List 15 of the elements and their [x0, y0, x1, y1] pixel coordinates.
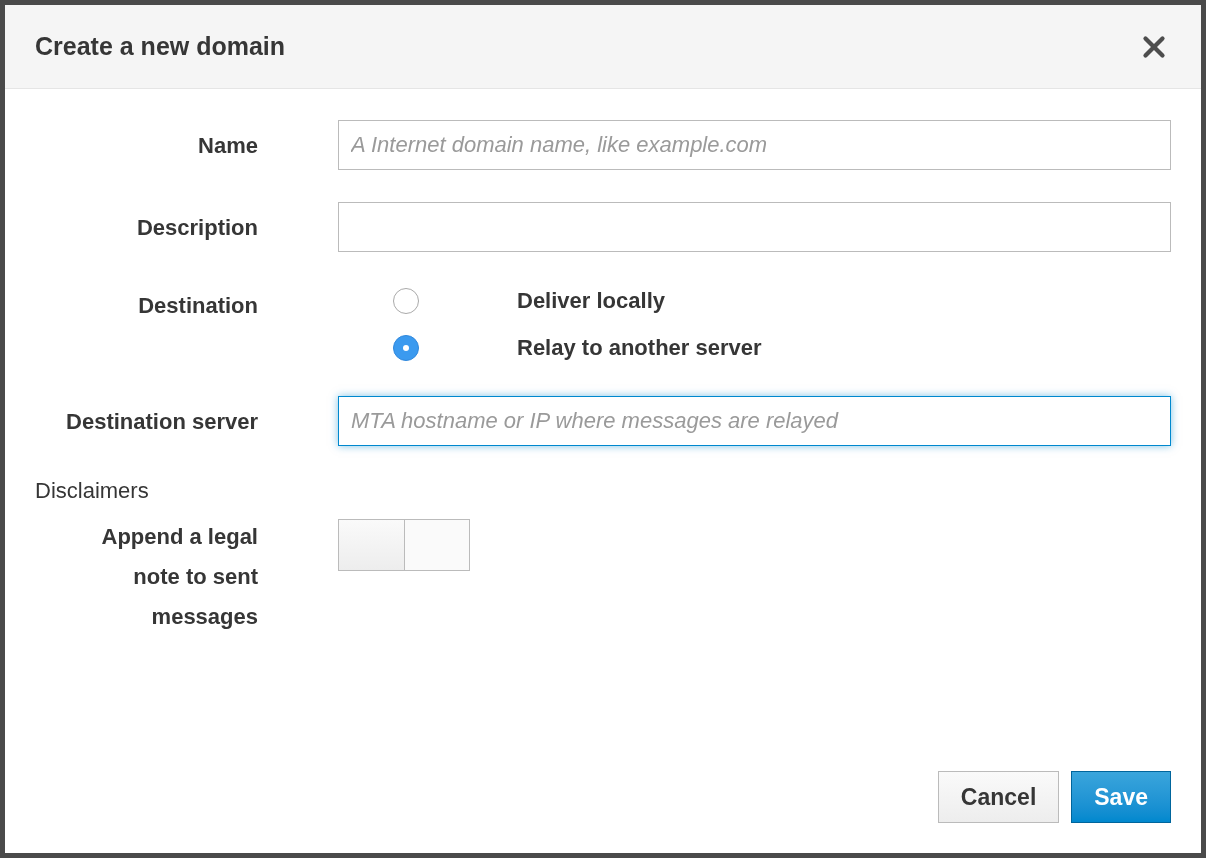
text-field[interactable]	[338, 202, 1171, 252]
field-label: Name	[198, 132, 258, 158]
section-heading: Disclaimers	[35, 478, 149, 503]
field-label: Description	[136, 214, 258, 240]
field-label: Destination	[138, 293, 258, 318]
radio-label: Relay to another server	[517, 334, 762, 362]
field-label: Destination server	[66, 408, 258, 434]
radio-button[interactable]	[393, 334, 419, 361]
dialog-title: Create a new domain	[35, 30, 286, 62]
toggle-label: Append a legal note to sent messages	[100, 523, 258, 631]
radio-button[interactable]	[393, 287, 419, 314]
radio-label: Deliver locally	[517, 287, 665, 315]
cancel-button[interactable]: Cancel	[937, 771, 1060, 823]
toggle-switch[interactable]	[338, 519, 470, 571]
text-field[interactable]: MTA hostname or IP where messages are relayed	[338, 396, 1171, 446]
